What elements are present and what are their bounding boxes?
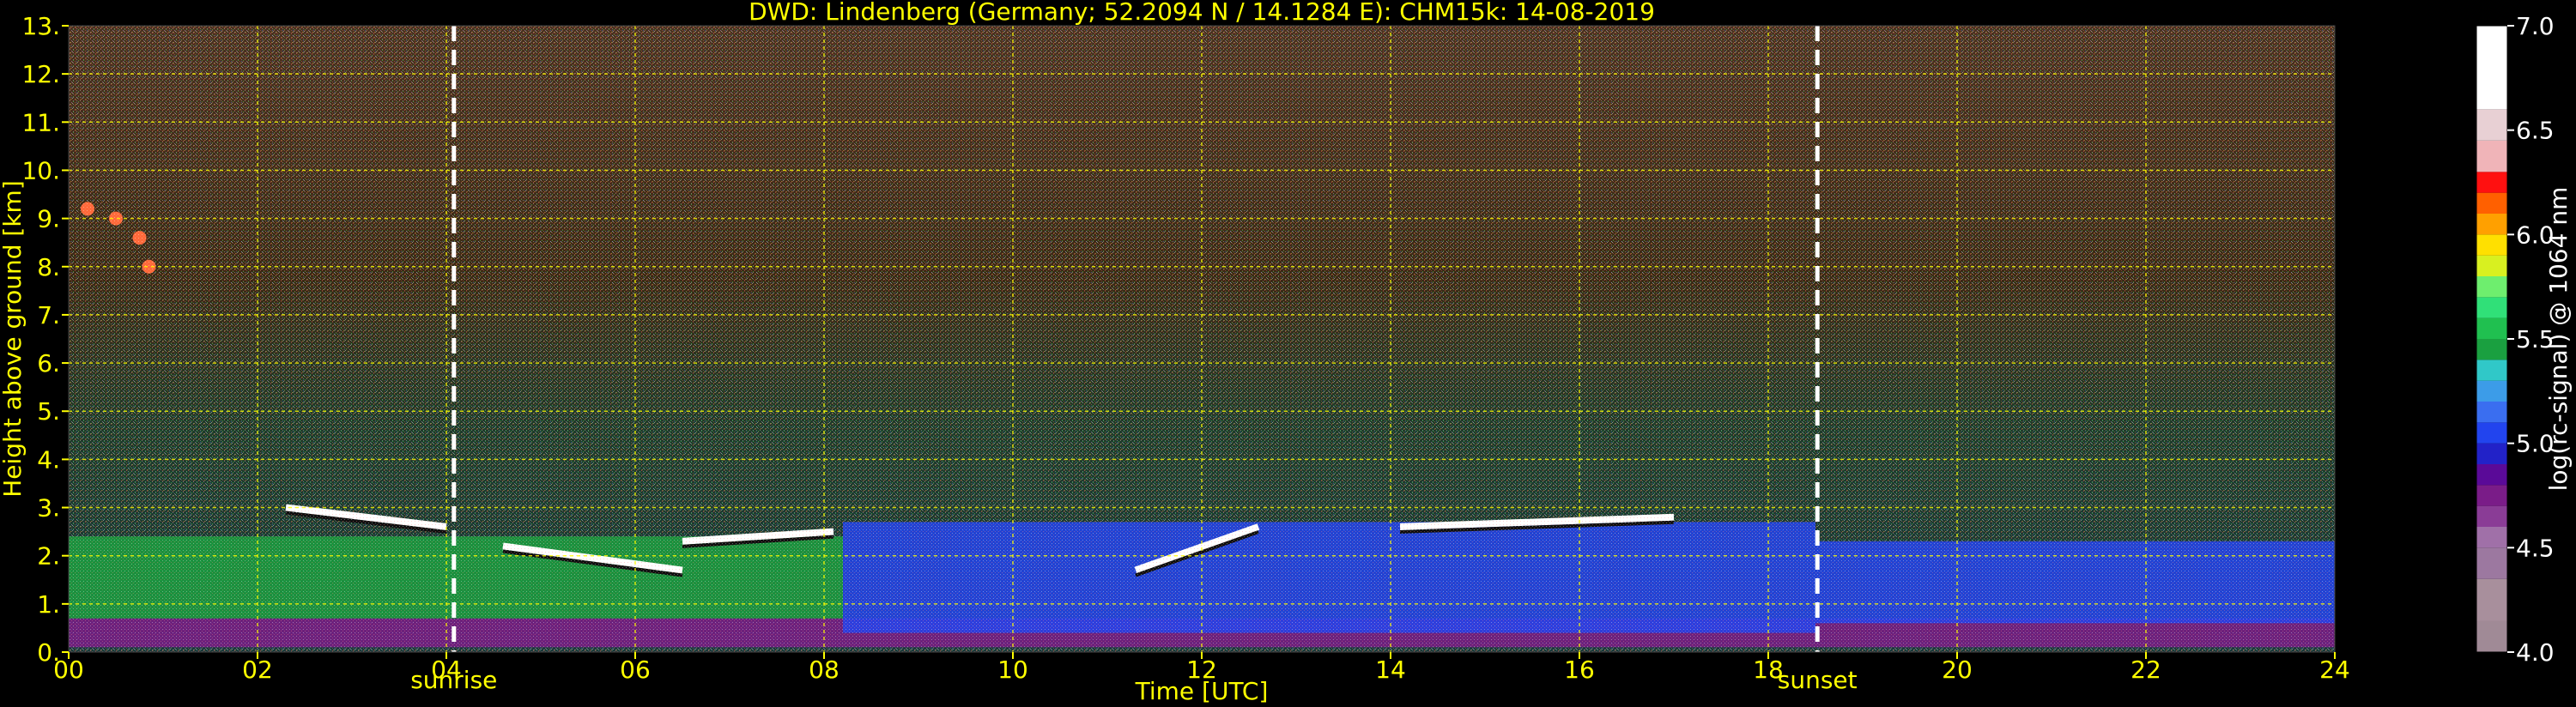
sunrise-label: sunrise bbox=[410, 666, 497, 694]
colorbar-band-21 bbox=[2476, 140, 2507, 172]
colorbar-band-7 bbox=[2476, 443, 2507, 464]
x-tick-label-5: 10 bbox=[997, 656, 1028, 684]
y-tick-label-7: 7. bbox=[37, 301, 60, 329]
x-tick-label-7: 14 bbox=[1375, 656, 1406, 684]
colorbar-band-10 bbox=[2476, 380, 2507, 402]
colorbar-band-23 bbox=[2476, 26, 2507, 110]
y-tick-label-6: 6. bbox=[37, 349, 60, 378]
x-tick-label-1: 02 bbox=[242, 656, 273, 684]
y-tick-label-5: 5. bbox=[37, 397, 60, 426]
y-tick-label-10: 10. bbox=[21, 156, 60, 184]
colorbar-band-4 bbox=[2476, 505, 2507, 527]
x-tick-label-0: 00 bbox=[53, 656, 84, 684]
colorbar: 4.04.55.05.56.06.57.0 log(rc-signal) @ 1… bbox=[2476, 12, 2573, 667]
y-tick-label-12: 12. bbox=[21, 60, 60, 88]
colorbar-label: log(rc-signal) @ 1064 nm bbox=[2544, 187, 2573, 492]
y-tick-label-9: 9. bbox=[37, 205, 60, 233]
colorbar-band-2 bbox=[2476, 547, 2507, 579]
x-tick-label-8: 16 bbox=[1564, 656, 1595, 684]
colorbar-band-12 bbox=[2476, 339, 2507, 360]
colorbar-band-11 bbox=[2476, 360, 2507, 381]
colorbar-band-13 bbox=[2476, 317, 2507, 339]
colorbar-band-1 bbox=[2476, 578, 2507, 621]
colorbar-band-14 bbox=[2476, 297, 2507, 318]
colorbar-tick-label-6: 7.0 bbox=[2516, 12, 2555, 40]
x-tick-label-3: 06 bbox=[620, 656, 651, 684]
colorbar-band-17 bbox=[2476, 234, 2507, 256]
y-tick-label-11: 11. bbox=[21, 108, 60, 136]
colorbar-band-3 bbox=[2476, 527, 2507, 548]
colorbar-band-5 bbox=[2476, 485, 2507, 506]
plot-area bbox=[68, 25, 2336, 653]
chart-title: DWD: Lindenberg (Germany; 52.2094 N / 14… bbox=[749, 0, 1655, 26]
y-tick-label-8: 8. bbox=[37, 253, 60, 281]
colorbar-band-18 bbox=[2476, 214, 2507, 235]
ceilometer-chart: 0.1.2.3.4.5.6.7.8.9.10.11.12.13. 00 02 04 0… bbox=[0, 0, 2573, 705]
x-tick-label-12: 24 bbox=[2319, 656, 2350, 684]
colorbar-band-9 bbox=[2476, 402, 2507, 423]
colorbar-bands bbox=[2476, 26, 2507, 652]
colorbar-band-0 bbox=[2476, 620, 2507, 652]
colorbar-band-19 bbox=[2476, 192, 2507, 214]
y-tick-label-2: 2. bbox=[37, 542, 60, 571]
colorbar-band-15 bbox=[2476, 276, 2507, 298]
sunset-label: sunset bbox=[1778, 666, 1858, 694]
y-tick-label-4: 4. bbox=[37, 445, 60, 474]
y-tick-label-13: 13. bbox=[21, 12, 60, 40]
y-tick-label-3: 3. bbox=[37, 494, 60, 523]
y-tick-label-1: 1. bbox=[37, 590, 60, 619]
x-tick-label-11: 22 bbox=[2131, 656, 2161, 684]
colorbar-tick-label-1: 4.5 bbox=[2516, 534, 2555, 562]
colorbar-tick-label-0: 4.0 bbox=[2516, 638, 2555, 667]
colorbar-band-20 bbox=[2476, 172, 2507, 193]
y-axis-label: Height above ground [km] bbox=[0, 180, 27, 498]
colorbar-band-8 bbox=[2476, 422, 2507, 444]
x-axis-label: Time [UTC] bbox=[1135, 677, 1269, 705]
colorbar-tick-label-5: 6.5 bbox=[2516, 117, 2555, 145]
noise-speckle-overlay bbox=[69, 26, 2335, 652]
colorbar-band-22 bbox=[2476, 109, 2507, 141]
colorbar-band-6 bbox=[2476, 464, 2507, 486]
x-tick-label-10: 20 bbox=[1942, 656, 1973, 684]
y-axis-ticks: 0.1.2.3.4.5.6.7.8.9.10.11.12.13. bbox=[21, 12, 69, 667]
x-tick-label-4: 08 bbox=[809, 656, 839, 684]
colorbar-band-16 bbox=[2476, 255, 2507, 276]
